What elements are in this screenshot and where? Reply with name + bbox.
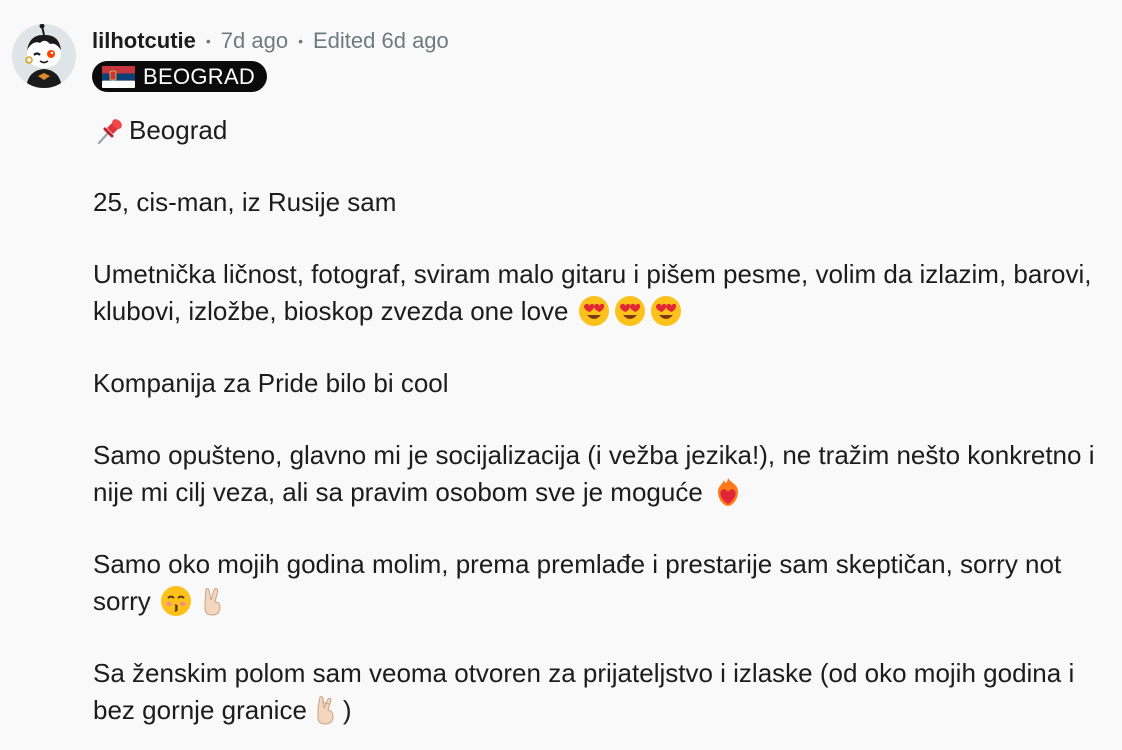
comment: lilhotcutie • 7d ago • Edited 6d ago BEO… bbox=[0, 0, 1122, 750]
paragraph-text: Sa ženskim polom sam veoma otvoren za pr… bbox=[93, 658, 1075, 725]
heart-eyes-emoji bbox=[650, 295, 682, 327]
heart-eyes-emoji bbox=[614, 295, 646, 327]
heart-eyes-emoji bbox=[578, 295, 610, 327]
username-link[interactable]: lilhotcutie bbox=[92, 28, 196, 54]
paragraph-text: ) bbox=[342, 695, 352, 725]
serbia-flag-icon bbox=[102, 65, 135, 88]
comment-meta: lilhotcutie • 7d ago • Edited 6d ago bbox=[92, 26, 449, 56]
comment-paragraph: Umetnička ličnost, fotograf, sviram malo… bbox=[93, 256, 1103, 330]
user-flair: BEOGRAD bbox=[92, 61, 268, 92]
comment-paragraph: Samo oko mojih godina molim, prema preml… bbox=[93, 546, 1103, 620]
paragraph-text: Kompanija za Pride bilo bi cool bbox=[93, 368, 449, 398]
paragraph-text: Beograd bbox=[129, 115, 228, 145]
flair-label: BEOGRAD bbox=[143, 63, 256, 89]
victory-hand-emoji bbox=[196, 585, 228, 617]
comment-paragraph: Kompanija za Pride bilo bi cool bbox=[93, 365, 1103, 402]
paragraph-text: Samo oko mojih godina molim, prema preml… bbox=[93, 549, 1062, 616]
comment-paragraph: Beograd bbox=[93, 112, 1103, 149]
paragraph-text: 25, cis-man, iz Rusije sam bbox=[93, 187, 397, 217]
edited-timestamp: Edited 6d ago bbox=[313, 28, 449, 53]
comment-paragraph: Samo opušteno, glavno mi je socijalizaci… bbox=[93, 437, 1103, 511]
comment-paragraph: 25, cis-man, iz Rusije sam bbox=[93, 184, 1103, 221]
comment-body: Beograd 25, cis-man, iz Rusije sam Umetn… bbox=[93, 112, 1103, 750]
comment-timestamp[interactable]: 7d ago bbox=[221, 28, 288, 54]
heart-on-fire-emoji bbox=[712, 476, 744, 508]
paragraph-text: Samo opušteno, glavno mi je socijalizaci… bbox=[93, 440, 1095, 507]
meta-separator: • bbox=[205, 33, 211, 49]
user-avatar[interactable] bbox=[12, 24, 76, 88]
comment-paragraph: Sa ženskim polom sam veoma otvoren za pr… bbox=[93, 655, 1103, 729]
avatar-icon bbox=[12, 24, 76, 88]
crossed-fingers-emoji bbox=[309, 694, 341, 726]
kissing-face-emoji bbox=[160, 585, 192, 617]
pushpin-icon bbox=[95, 114, 127, 146]
meta-separator: • bbox=[298, 33, 303, 49]
